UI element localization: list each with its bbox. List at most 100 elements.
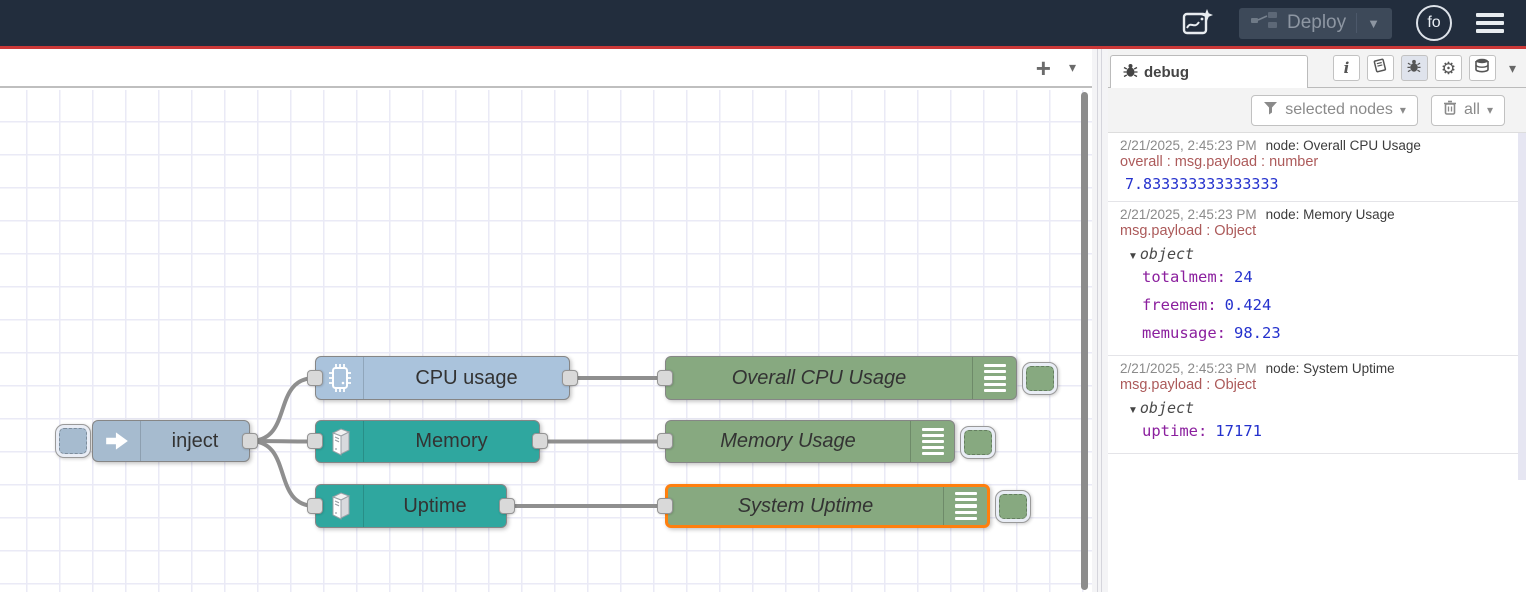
memory-input-port[interactable] [307,433,323,449]
node-debug-memory[interactable]: Memory Usage [665,420,955,463]
sidebar-tabbar: debug i [1108,49,1526,88]
gear-icon: ⚙ [1441,60,1456,77]
property-value: 17171 [1215,422,1262,440]
message-payload-path: msg.payload : Object [1120,223,1512,239]
clear-messages-button[interactable]: all ▾ [1431,95,1505,126]
collapse-triangle-icon[interactable]: ▼ [1128,251,1138,262]
database-icon [1474,58,1490,78]
message-node-name: node: Overall CPU Usage [1266,138,1421,153]
message-payload-path: msg.payload : Object [1120,377,1512,393]
memory-output-port[interactable] [532,433,548,449]
main-menu-icon[interactable] [1476,13,1504,33]
tab-debug-messages-button[interactable] [1401,55,1428,81]
book-icon [1372,58,1388,78]
tab-info-button[interactable]: i [1333,55,1360,81]
flow-canvas[interactable]: + ▾ [0,49,1092,592]
tab-config-button[interactable]: ⚙ [1435,55,1462,81]
property-value: 98.23 [1234,324,1281,342]
uptime-input-port[interactable] [307,498,323,514]
cpu-input-port[interactable] [307,370,323,386]
tab-debug[interactable]: debug [1110,55,1308,88]
add-flow-button[interactable]: + [1036,55,1051,81]
object-label: object [1140,399,1194,417]
deploy-dropdown-caret[interactable]: ▼ [1356,13,1380,33]
inject-arrow-icon [93,421,141,461]
debug-uptime-input-port[interactable] [657,498,673,514]
deploy-label: Deploy [1287,12,1346,34]
node-label: Memory [364,421,539,462]
canvas-grid[interactable]: inject CPU usage [0,90,1092,592]
sidebar-scrollbar-track[interactable] [1518,133,1526,480]
flow-list-dropdown-icon[interactable]: ▾ [1069,59,1076,76]
filter-caret-icon: ▾ [1400,103,1406,117]
trash-icon [1443,100,1457,120]
node-label: System Uptime [668,487,943,525]
node-debug-overall-cpu[interactable]: Overall CPU Usage [665,356,1017,400]
clear-label: all [1464,101,1480,119]
node-debug-uptime[interactable]: System Uptime [665,484,990,528]
deploy-icon [1251,12,1277,34]
property-key: memusage: [1142,324,1226,342]
node-label: inject [141,421,249,461]
message-timestamp: 2/21/2025, 2:45:23 PM [1120,207,1257,222]
debug-output-icon [943,487,987,525]
flow-tabbar: + ▾ [0,49,1092,88]
funnel-icon [1263,101,1278,120]
property-value: 0.424 [1225,296,1272,314]
node-label: Memory Usage [666,421,910,462]
debug-toggle-button[interactable] [960,426,996,459]
object-property: freemem: 0.424 [1120,291,1512,319]
sidebar-resize-handle[interactable] [1092,49,1108,592]
message-value: 7.833333333333333 [1120,175,1512,193]
node-label: Overall CPU Usage [666,357,972,399]
header-bar: Deploy ▼ fo [0,0,1526,46]
object-property: memusage: 98.23 [1120,319,1512,347]
object-property: uptime: 17171 [1120,417,1512,445]
object-expander[interactable]: ▼object [1120,399,1512,417]
debug-message[interactable]: 2/21/2025, 2:45:23 PMnode: Memory Usage … [1108,202,1526,356]
debug-toggle-button[interactable] [1022,362,1058,395]
collapse-triangle-icon[interactable]: ▼ [1128,405,1138,416]
message-timestamp: 2/21/2025, 2:45:23 PM [1120,138,1257,153]
property-key: totalmem: [1142,268,1226,286]
info-icon: i [1344,59,1350,77]
inject-trigger-button[interactable] [55,424,91,458]
object-expander[interactable]: ▼object [1120,245,1512,263]
canvas-vertical-scrollbar[interactable] [1081,92,1088,590]
property-key: uptime: [1142,422,1207,440]
cpu-output-port[interactable] [562,370,578,386]
node-inject[interactable]: inject [92,420,250,462]
tab-context-button[interactable] [1469,55,1496,81]
node-uptime[interactable]: Uptime [315,484,507,528]
node-cpu-usage[interactable]: CPU usage [315,356,570,400]
debug-output-icon [910,421,954,462]
inject-output-port[interactable] [242,433,258,449]
node-label: Uptime [364,485,506,527]
tab-help-button[interactable] [1367,55,1394,81]
user-avatar[interactable]: fo [1416,5,1452,41]
debug-cpu-input-port[interactable] [657,370,673,386]
message-timestamp: 2/21/2025, 2:45:23 PM [1120,361,1257,376]
filter-label: selected nodes [1285,101,1393,119]
debug-memory-input-port[interactable] [657,433,673,449]
uptime-output-port[interactable] [499,498,515,514]
debug-toggle-button[interactable] [995,490,1031,523]
filter-nodes-button[interactable]: selected nodes ▾ [1251,95,1418,126]
server-icon [316,485,364,527]
debug-message[interactable]: 2/21/2025, 2:45:23 PM node: Overall CPU U… [1108,133,1526,202]
sidebar-tabs-dropdown-icon[interactable]: ▾ [1509,60,1516,77]
message-node-name: node: Memory Usage [1266,207,1395,222]
clear-caret-icon: ▾ [1487,103,1493,117]
flow-assistant-icon[interactable] [1181,7,1215,39]
debug-sidebar: debug i [1108,49,1526,592]
message-node-name: node: System Uptime [1266,361,1395,376]
deploy-button[interactable]: Deploy ▼ [1239,8,1392,39]
debug-toolbar: selected nodes ▾ all ▾ [1108,88,1526,133]
node-memory[interactable]: Memory [315,420,540,463]
property-key: freemem: [1142,296,1217,314]
bug-icon [1407,59,1421,78]
debug-message[interactable]: 2/21/2025, 2:45:23 PM node: System Uptime… [1108,356,1526,454]
debug-message-list[interactable]: 2/21/2025, 2:45:23 PM node: Overall CPU U… [1108,133,1526,592]
message-payload-path: overall : msg.payload : number [1120,154,1512,170]
debug-output-icon [972,357,1016,399]
